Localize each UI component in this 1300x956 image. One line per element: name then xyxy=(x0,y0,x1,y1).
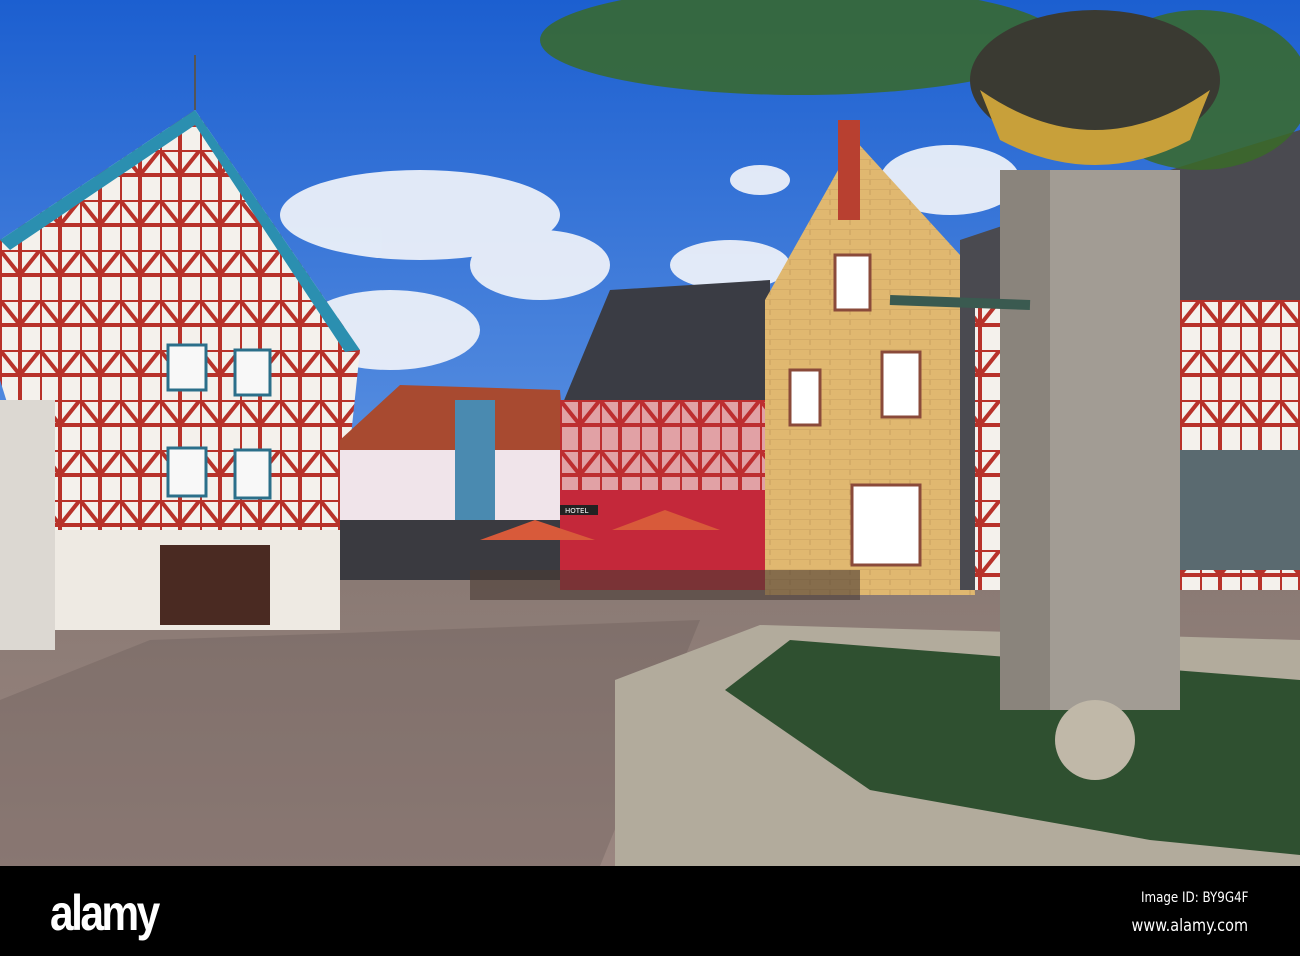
hotel-sign: HOTEL xyxy=(565,507,588,515)
middle-houses xyxy=(340,385,570,580)
image-id: Image ID: BY9G4F xyxy=(1140,890,1248,906)
watermark-footer: alamy Image ID: BY9G4F www.alamy.com xyxy=(0,866,1300,956)
website-link[interactable]: www.alamy.com xyxy=(1132,916,1248,936)
town-square-photo: HOTEL xyxy=(0,0,1300,866)
alamy-logo[interactable]: alamy xyxy=(50,884,160,942)
